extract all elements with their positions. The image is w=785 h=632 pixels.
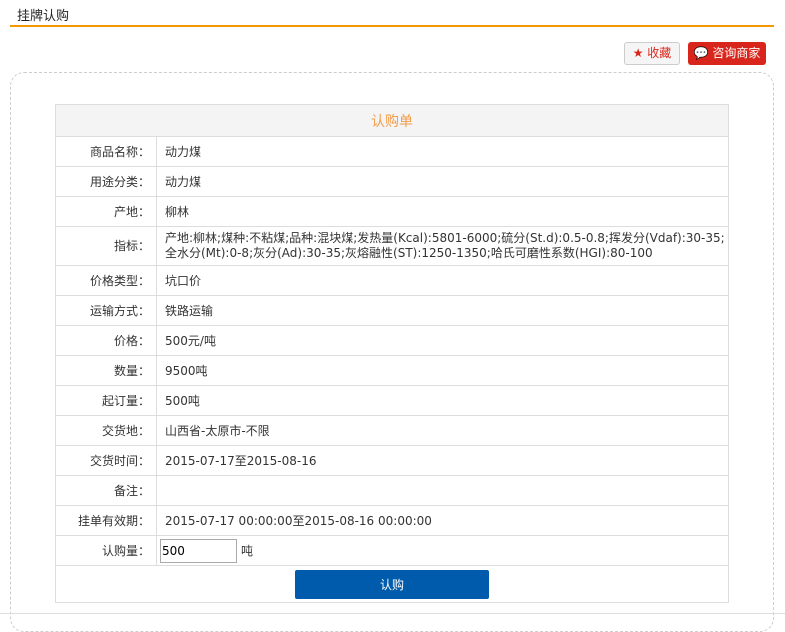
field-label: 交货时间： xyxy=(55,445,157,476)
field-value: 铁路运输 xyxy=(156,295,729,326)
form-row: 商品名称： 动力煤 xyxy=(55,136,729,167)
page-title: 挂牌认购 xyxy=(17,9,70,24)
field-label: 运输方式： xyxy=(55,295,157,326)
form-row: 交货地： 山西省-太原市-不限 xyxy=(55,415,729,446)
form-row: 价格类型： 坑口价 xyxy=(55,265,729,296)
form-row: 指标： 产地:柳林;煤种:不粘煤;品种:混块煤;发热量(Kcal):5801-60… xyxy=(55,226,729,266)
field-value: 500元/吨 xyxy=(156,325,729,356)
field-value: 柳林 xyxy=(156,196,729,227)
field-label: 挂单有效期： xyxy=(55,505,157,536)
footer-divider xyxy=(0,613,785,614)
field-value: 坑口价 xyxy=(156,265,729,296)
consult-merchant-button[interactable]: 💬 咨询商家 xyxy=(688,42,766,65)
field-label: 价格类型： xyxy=(55,265,157,296)
field-label: 产地： xyxy=(55,196,157,227)
field-value: 动力煤 xyxy=(156,166,729,197)
form-row: 交货时间： 2015-07-17至2015-08-16 xyxy=(55,445,729,476)
star-icon: ★ xyxy=(632,46,644,60)
field-label: 价格： xyxy=(55,325,157,356)
form-row: 价格： 500元/吨 xyxy=(55,325,729,356)
quantity-label: 认购量： xyxy=(55,535,157,566)
field-value xyxy=(156,475,729,506)
field-label: 商品名称： xyxy=(55,136,157,167)
form-row: 运输方式： 铁路运输 xyxy=(55,295,729,326)
form-row: 产地： 柳林 xyxy=(55,196,729,227)
field-label: 数量： xyxy=(55,355,157,386)
field-value: 2015-07-17 00:00:00至2015-08-16 00:00:00 xyxy=(156,505,729,536)
quantity-unit: 吨 xyxy=(241,544,254,558)
form-row: 用途分类： 动力煤 xyxy=(55,166,729,197)
field-value: 500吨 xyxy=(156,385,729,416)
field-value: 动力煤 xyxy=(156,136,729,167)
quantity-input[interactable] xyxy=(160,538,237,563)
page-header: 挂牌认购 xyxy=(10,0,774,27)
field-label: 指标： xyxy=(55,226,157,266)
form-row: 数量： 9500吨 xyxy=(55,355,729,386)
field-label: 交货地： xyxy=(55,415,157,446)
field-value: 2015-07-17至2015-08-16 xyxy=(156,445,729,476)
subscription-form: 认购单 商品名称： 动力煤 用途分类： 动力煤 产地： 柳林 指标： 产地:柳林;煤种:不粘煤… xyxy=(55,104,729,603)
field-value: 山西省-太原市-不限 xyxy=(156,415,729,446)
field-label: 备注： xyxy=(55,475,157,506)
field-value: 产地:柳林;煤种:不粘煤;品种:混块煤;发热量(Kcal):5801-6000;… xyxy=(156,226,729,266)
form-row: 挂单有效期： 2015-07-17 00:00:00至2015-08-16 00:… xyxy=(55,505,729,536)
field-label: 起订量： xyxy=(55,385,157,416)
favorite-button[interactable]: ★ 收藏 xyxy=(624,42,680,65)
form-row: 备注： xyxy=(55,475,729,506)
form-title: 认购单 xyxy=(55,104,729,137)
form-row: 起订量： 500吨 xyxy=(55,385,729,416)
field-value: 9500吨 xyxy=(156,355,729,386)
field-label: 用途分类： xyxy=(55,166,157,197)
chat-bubble-icon: 💬 xyxy=(693,46,709,60)
subscribe-button[interactable]: 认购 xyxy=(295,570,489,599)
